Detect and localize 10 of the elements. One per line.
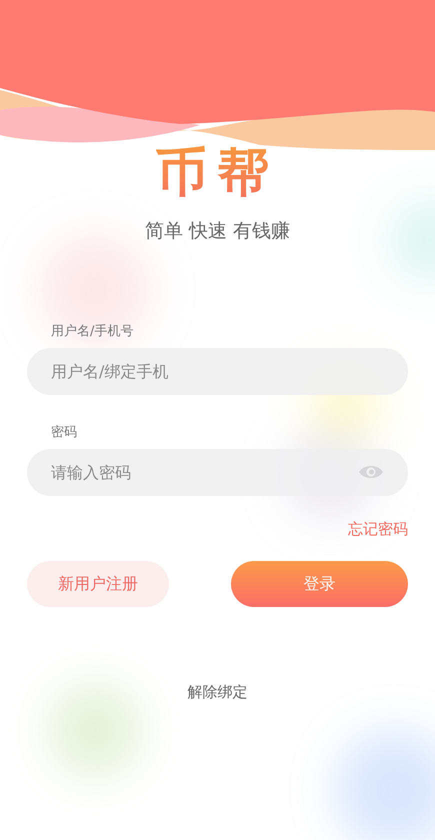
register-button[interactable]: 新用户注册 [27, 561, 169, 607]
field-label: 用户名/手机号 [51, 323, 134, 340]
forgot-password-link[interactable]: 忘记密码 [348, 520, 408, 539]
login-button[interactable]: 登录 [231, 561, 408, 607]
tagline: 简单 快速 有钱赚 [144, 219, 290, 244]
unbind-link[interactable]: 解除绑定 [188, 683, 248, 702]
eye-icon[interactable] [358, 464, 384, 480]
password-field[interactable]: 请输入密码 [27, 449, 408, 496]
field-label: 密码 [51, 424, 78, 441]
username-field[interactable]: 用户名/绑定手机 [27, 348, 408, 395]
